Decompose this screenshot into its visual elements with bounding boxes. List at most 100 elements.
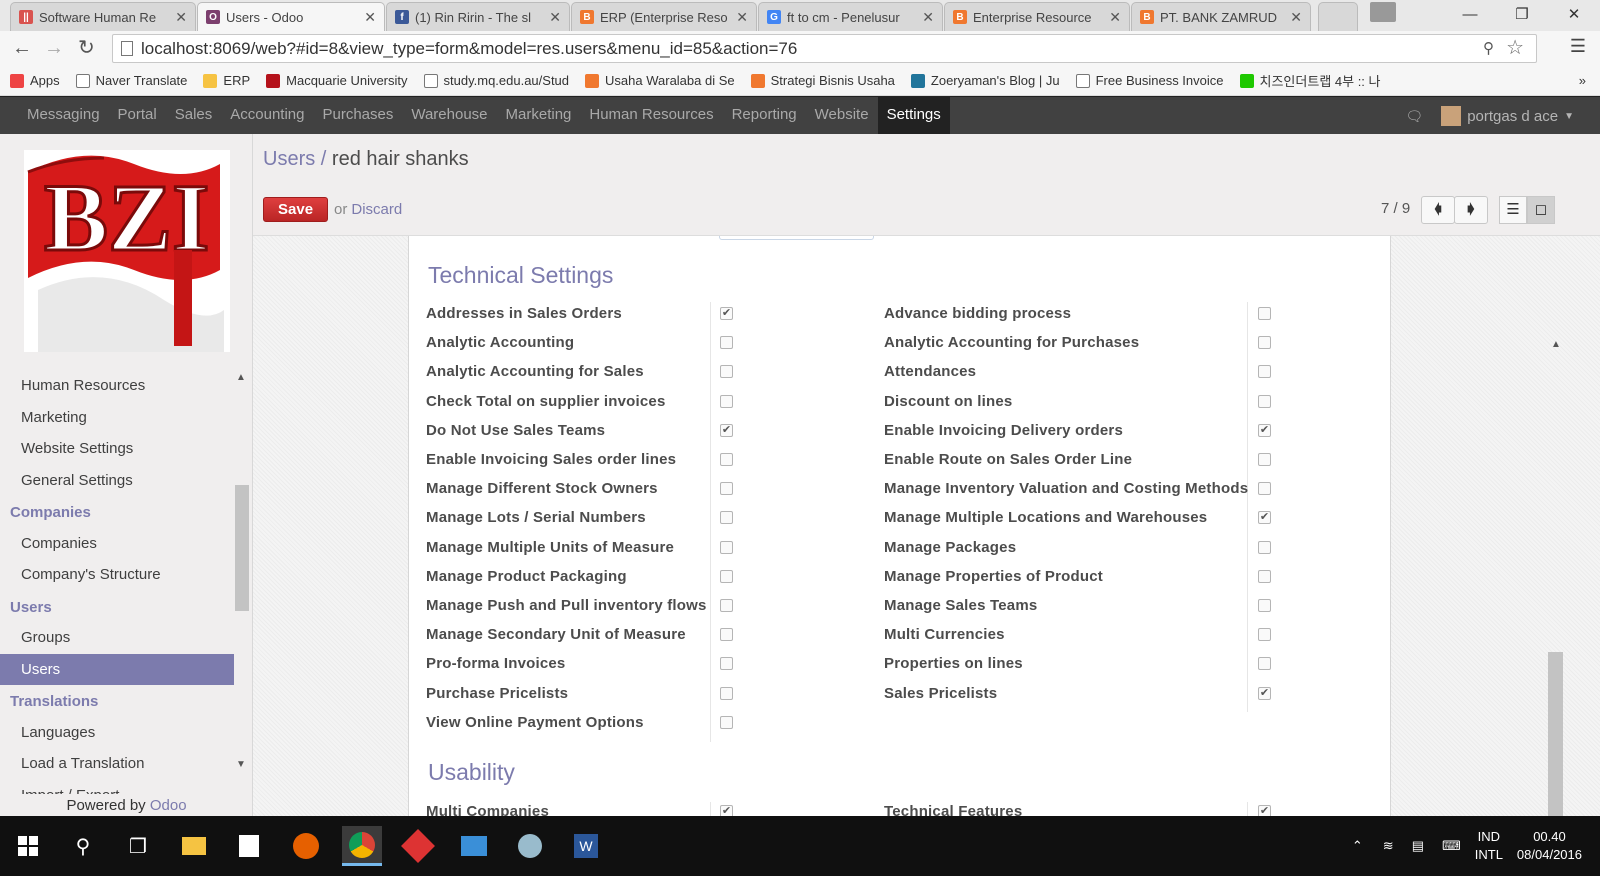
setting-checkbox[interactable] [720, 365, 733, 379]
company-logo[interactable]: BZI [24, 150, 230, 352]
setting-checkbox[interactable] [720, 540, 733, 554]
browser-tab[interactable]: B PT. BANK ZAMRUD ✕ [1131, 2, 1311, 31]
sidebar-item-users[interactable]: Users [0, 653, 234, 685]
browser-tab[interactable]: O Users - Odoo ✕ [197, 2, 385, 31]
back-icon[interactable]: ← [12, 37, 32, 59]
top-menu-purchases[interactable]: Purchases [313, 97, 402, 135]
setting-checkbox[interactable] [720, 686, 733, 700]
caret-down-icon[interactable]: ▼ [1564, 111, 1574, 122]
bookmark-item[interactable]: study.mq.edu.au/Stud [423, 73, 569, 88]
top-menu-reporting[interactable]: Reporting [723, 97, 806, 135]
top-menu-settings[interactable]: Settings [877, 97, 950, 135]
top-menu-website[interactable]: Website [806, 97, 878, 135]
setting-checkbox[interactable] [1258, 365, 1271, 379]
setting-checkbox[interactable] [1258, 394, 1271, 408]
tab-close-icon[interactable]: ✕ [922, 9, 934, 26]
scroll-up-icon[interactable]: ▲ [236, 372, 246, 383]
sidebar-scroll-thumb[interactable] [235, 485, 249, 611]
setting-checkbox[interactable] [720, 569, 733, 583]
new-tab-button[interactable] [1318, 2, 1358, 31]
minimize-icon[interactable]: — [1444, 0, 1496, 31]
bookmark-item[interactable]: Naver Translate [75, 73, 187, 88]
form-view-button[interactable]: ◻ [1527, 196, 1555, 224]
setting-checkbox[interactable] [1258, 307, 1271, 320]
sidebar-item-import-export[interactable]: Import / Export [0, 780, 234, 795]
url-input[interactable]: localhost:8069/web?#id=8&view_type=form&… [112, 34, 1537, 63]
top-menu-warehouse[interactable]: Warehouse [402, 97, 496, 135]
setting-checkbox[interactable] [720, 482, 733, 496]
top-menu-portal[interactable]: Portal [109, 97, 166, 135]
tab-close-icon[interactable]: ✕ [364, 9, 376, 26]
browser-tab[interactable]: f (1) Rin Ririn - The sl ✕ [386, 2, 570, 31]
bookmark-item[interactable]: ERP [203, 73, 250, 88]
setting-checkbox[interactable] [1258, 628, 1271, 642]
sidebar-item-languages[interactable]: Languages [0, 717, 234, 749]
browser-tab[interactable]: B ERP (Enterprise Reso ✕ [571, 2, 757, 31]
list-view-button[interactable]: ☰ [1499, 196, 1527, 224]
bookmark-item[interactable]: Usaha Waralaba di Se [585, 73, 735, 88]
setting-checkbox[interactable] [720, 336, 733, 350]
main-scroll-thumb[interactable] [1548, 652, 1563, 816]
setting-checkbox[interactable] [720, 453, 733, 466]
setting-checkbox[interactable]: ✔ [720, 805, 733, 816]
main-scrollbar[interactable]: ▲ ▼ [1547, 337, 1564, 816]
breadcrumb-users-link[interactable]: Users [263, 148, 315, 170]
sidebar-item-website-settings[interactable]: Website Settings [0, 433, 234, 465]
search-icon[interactable]: ⚲ [63, 826, 103, 866]
top-menu-marketing[interactable]: Marketing [497, 97, 581, 135]
setting-checkbox[interactable] [720, 394, 733, 408]
setting-checkbox[interactable]: ✔ [1258, 511, 1271, 525]
browser-tab[interactable]: Gft to cm - Penelusur ✕ [758, 2, 943, 31]
sidebar-scrollbar[interactable]: ▲ ▼ [235, 370, 249, 794]
sidebar-item-load-a-translation[interactable]: Load a Translation [0, 748, 234, 780]
browser-profile-icon[interactable] [1370, 2, 1396, 22]
chat-icon[interactable]: 🗨 [1405, 108, 1423, 125]
task-view-icon[interactable]: ❐ [118, 826, 158, 866]
setting-checkbox[interactable] [1258, 569, 1271, 583]
setting-checkbox[interactable] [1258, 540, 1271, 554]
firefox-icon[interactable] [286, 826, 326, 866]
tab-close-icon[interactable]: ✕ [549, 9, 561, 26]
browser-menu-icon[interactable]: ☰ [1570, 36, 1586, 57]
setting-checkbox[interactable] [720, 599, 733, 612]
bookmark-item[interactable]: Apps [10, 73, 60, 88]
key-icon[interactable]: ⚲ [1483, 35, 1494, 62]
bookmark-item[interactable]: Zoeryaman's Blog | Ju [910, 73, 1060, 88]
keyboard-icon[interactable]: ⌨ [1442, 838, 1461, 854]
scroll-down-icon[interactable]: ▼ [236, 759, 246, 770]
previous-record-button[interactable]: 🡀 [1421, 196, 1455, 224]
powered-brand-link[interactable]: Odoo [150, 797, 187, 814]
wifi-icon[interactable]: ≋ [1383, 838, 1394, 854]
store-icon[interactable] [229, 826, 269, 866]
app-icon[interactable] [398, 826, 438, 866]
sidebar-item-marketing[interactable]: Marketing [0, 402, 234, 434]
top-menu-human-resources[interactable]: Human Resources [580, 97, 722, 135]
discard-button[interactable]: Discard [351, 201, 402, 218]
top-menu-sales[interactable]: Sales [166, 97, 222, 135]
setting-checkbox[interactable] [1258, 599, 1271, 612]
control-panel-icon[interactable] [454, 826, 494, 866]
main-scroll-up-icon[interactable]: ▲ [1551, 339, 1561, 350]
paint-icon[interactable] [510, 826, 550, 866]
chrome-icon[interactable] [342, 826, 382, 866]
browser-tab[interactable]: B Enterprise Resource ✕ [944, 2, 1130, 31]
browser-tab[interactable]: || Software Human Re ✕ [10, 2, 196, 31]
sidebar-item-company-s-structure[interactable]: Company's Structure [0, 559, 234, 591]
user-menu[interactable]: portgas d ace [1467, 108, 1558, 125]
setting-checkbox[interactable]: ✔ [720, 307, 733, 320]
tab-close-icon[interactable]: ✕ [1109, 9, 1121, 26]
bookmark-item[interactable]: Macquarie University [266, 73, 408, 88]
bookmarks-more[interactable]: » [1579, 73, 1586, 88]
file-explorer-icon[interactable] [174, 826, 214, 866]
setting-checkbox[interactable]: ✔ [1258, 805, 1271, 816]
user-avatar[interactable] [1441, 106, 1462, 126]
sidebar-item-general-settings[interactable]: General Settings [0, 465, 234, 497]
forward-icon[interactable]: → [44, 37, 64, 59]
sidebar-item-companies[interactable]: Companies [0, 528, 234, 560]
bookmark-star-icon[interactable]: ☆ [1506, 35, 1524, 62]
setting-checkbox[interactable] [720, 628, 733, 642]
setting-checkbox[interactable] [720, 715, 733, 729]
setting-checkbox[interactable] [1258, 336, 1271, 350]
sidebar-item-human-resources[interactable]: Human Resources [0, 370, 234, 402]
setting-checkbox[interactable] [720, 511, 733, 525]
